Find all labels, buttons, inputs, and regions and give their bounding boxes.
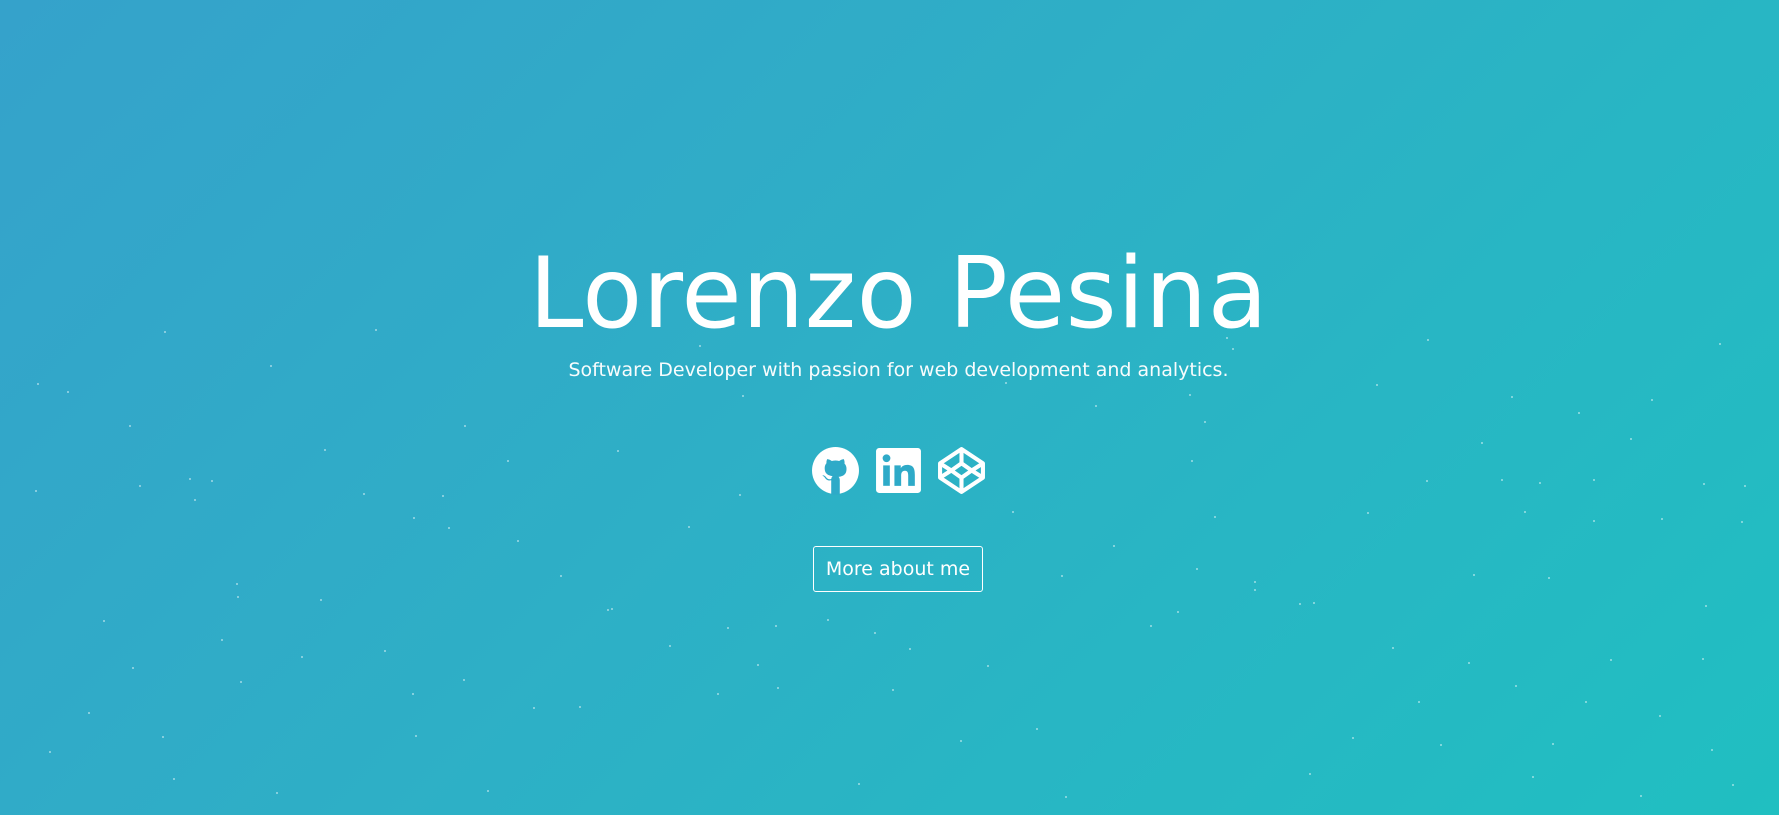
github-link[interactable]: [811, 446, 860, 495]
linkedin-icon: [876, 448, 921, 493]
hero-section: Lorenzo Pesina Software Developer with p…: [0, 0, 1779, 815]
linkedin-link[interactable]: [874, 446, 923, 495]
hero-name: Lorenzo Pesina: [528, 237, 1269, 351]
more-about-me-button[interactable]: More about me: [813, 546, 983, 592]
codepen-icon: [938, 447, 985, 494]
github-icon: [812, 447, 859, 495]
hero-tagline: Software Developer with passion for web …: [568, 359, 1229, 381]
codepen-link[interactable]: [937, 446, 986, 495]
social-links: [811, 446, 986, 496]
particles-background: [35, 322, 1746, 798]
